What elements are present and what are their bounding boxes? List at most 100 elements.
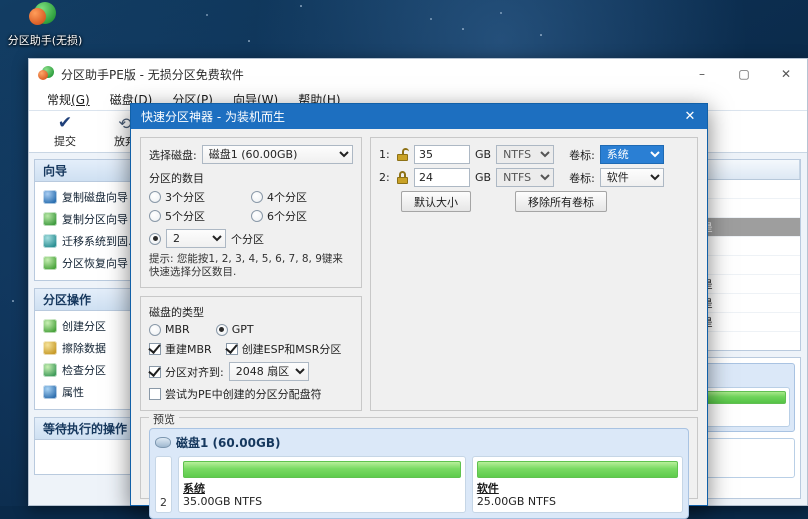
minimize-button[interactable]: – — [681, 59, 723, 89]
disk-select[interactable]: 磁盘1 (60.00GB) — [201, 145, 353, 164]
checkbox-rebuild-mbr[interactable]: 重建MBR — [149, 341, 212, 357]
quick-partition-dialog: 快速分区神器 - 为装机而生 ✕ 选择磁盘: 磁盘1 (60.00GB) 分区的… — [130, 103, 708, 519]
radio-5-partitions-label: 5个分区 — [165, 210, 205, 223]
preview-partition-2[interactable]: 软件 25.00GB NTFS — [471, 456, 683, 513]
checkbox-create-esp-msr-box — [225, 343, 238, 355]
partition-assistant-icon — [28, 2, 62, 32]
radio-6-partitions-dot — [251, 210, 263, 222]
partition-1-index: 1: — [379, 148, 390, 161]
checkbox-partition-align[interactable]: 分区对齐到: — [149, 364, 224, 380]
checkbox-rebuild-mbr-label: 重建MBR — [165, 343, 212, 356]
sidebar-item-copy-partition[interactable]: 复制分区向导 — [37, 208, 133, 230]
checkbox-create-esp-msr[interactable]: 创建ESP和MSR分区 — [225, 341, 342, 357]
dialog-title: 快速分区神器 - 为装机而生 — [141, 110, 285, 124]
checkbox-assign-drive-letters-box — [149, 388, 161, 400]
preview-partition-2-fill — [476, 461, 678, 478]
radio-3-partitions[interactable]: 3个分区 — [149, 189, 251, 205]
copy-partition-icon — [43, 212, 57, 226]
partition-1-unit: GB — [475, 148, 492, 161]
unlock-icon[interactable] — [396, 148, 409, 161]
disk-type-group: 磁盘的类型 MBR GPT 重建MBR 创建ESP和MSR分区 分区对齐到: 2… — [140, 296, 362, 411]
menu-general[interactable]: 常规(G) — [37, 89, 100, 110]
dialog-close-icon[interactable]: ✕ — [673, 104, 707, 129]
radio-4-partitions-label: 4个分区 — [267, 191, 307, 204]
sidebar-item-copy-disk[interactable]: 复制磁盘向导 — [37, 186, 133, 208]
radio-custom-count-dot[interactable] — [149, 232, 161, 245]
preview-disk[interactable]: 磁盘1 (60.00GB) 2 系统 35.00GB NTFS 软件 25.00… — [149, 428, 689, 519]
main-window-titlebar: 分区助手PE版 - 无损分区免费软件 – ▢ ✕ — [29, 59, 807, 89]
sidebar-panel-pending-operations: 等待执行的操作 — [34, 417, 136, 475]
preview-partition-1[interactable]: 系统 35.00GB NTFS — [178, 456, 466, 513]
custom-partition-count-suffix: 个分区 — [231, 232, 264, 246]
disk-select-label: 选择磁盘: — [149, 148, 197, 162]
checkbox-rebuild-mbr-box — [149, 343, 161, 355]
sidebar-item-migrate-os[interactable]: 迁移系统到固... — [37, 230, 133, 252]
sidebar-item-partition-recovery[interactable]: 分区恢复向导 — [37, 252, 133, 274]
maximize-button[interactable]: ▢ — [723, 59, 765, 89]
partition-align-select[interactable]: 2048 扇区 — [228, 362, 309, 381]
sidebar-item-copy-disk-label: 复制磁盘向导 — [62, 191, 128, 204]
default-size-button[interactable]: 默认大小 — [401, 191, 471, 212]
dialog-titlebar: 快速分区神器 - 为装机而生 ✕ — [131, 104, 707, 129]
sidebar-item-properties[interactable]: 属性 — [37, 381, 133, 403]
radio-3-partitions-dot — [149, 191, 161, 203]
disk-type-label: 磁盘的类型 — [149, 306, 204, 319]
radio-4-partitions-dot — [251, 191, 263, 203]
preview-partition-1-size: 35.00GB NTFS — [183, 495, 263, 508]
radio-5-partitions[interactable]: 5个分区 — [149, 208, 251, 224]
checkbox-create-esp-msr-label: 创建ESP和MSR分区 — [241, 343, 342, 356]
radio-mbr-dot — [149, 323, 161, 336]
sidebar-item-check-partition-label: 检查分区 — [62, 364, 106, 377]
partition-count-radios: 3个分区 4个分区 5个分区 6个分区 — [149, 189, 353, 224]
sidebar-item-copy-partition-label: 复制分区向导 — [62, 213, 128, 226]
disk-icon — [155, 437, 171, 448]
partition-2-size-input[interactable] — [414, 168, 470, 187]
preview-partition-1-name: 系统 — [183, 482, 205, 495]
check-partition-icon — [43, 363, 57, 377]
window-controls: – ▢ ✕ — [681, 59, 807, 89]
preview-disk-header: 磁盘1 (60.00GB) — [155, 434, 683, 451]
sidebar-item-properties-label: 属性 — [62, 386, 84, 399]
sidebar: 向导 复制磁盘向导 复制分区向导 迁移系统到固... 分区恢复向导 分区操作 创… — [29, 153, 141, 505]
radio-6-partitions[interactable]: 6个分区 — [251, 208, 353, 224]
preview-partition-bars: 2 系统 35.00GB NTFS 软件 25.00GB NTFS — [155, 456, 683, 513]
sidebar-wizard-header: 向导 — [35, 160, 135, 182]
radio-4-partitions[interactable]: 4个分区 — [251, 189, 353, 205]
partition-count-label: 分区的数目 — [149, 172, 204, 185]
radio-mbr[interactable]: MBR — [149, 323, 190, 336]
dialog-left-column: 选择磁盘: 磁盘1 (60.00GB) 分区的数目 3个分区 4个分区 5个分区… — [140, 137, 362, 411]
partition-2-filesystem-select[interactable]: NTFS — [496, 168, 555, 187]
partition-1-volume-label-select[interactable]: 系统 — [599, 145, 664, 164]
preview-partition-2-name: 软件 — [476, 482, 499, 495]
partition-count-group: 选择磁盘: 磁盘1 (60.00GB) 分区的数目 3个分区 4个分区 5个分区… — [140, 137, 362, 288]
partition-2-index: 2: — [379, 171, 390, 184]
preview-row-number: 2 — [155, 456, 172, 513]
partition-2-vol-caption: 卷标: — [569, 171, 595, 185]
menu-general-label: 常规 — [47, 93, 72, 107]
partition-settings-group: 1: GB NTFS 卷标: 系统 2: GB — [370, 137, 698, 411]
partition-1-vol-caption: 卷标: — [569, 148, 595, 162]
partition-count-tip: 提示: 您能按1, 2, 3, 4, 5, 6, 7, 8, 9键来快速选择分区… — [149, 253, 343, 278]
sidebar-item-create-partition[interactable]: 创建分区 — [37, 315, 133, 337]
checkbox-assign-drive-letters[interactable]: 尝试为PE中创建的分区分配盘符 — [149, 386, 322, 402]
radio-gpt[interactable]: GPT — [215, 323, 254, 336]
partition-2-volume-label-select[interactable]: 软件 — [599, 168, 664, 187]
sidebar-item-wipe-data[interactable]: 擦除数据 — [37, 337, 133, 359]
sidebar-item-partition-recovery-label: 分区恢复向导 — [62, 257, 128, 270]
create-partition-icon — [43, 319, 57, 333]
radio-3-partitions-label: 3个分区 — [165, 191, 205, 204]
desktop-icon-partition-assistant[interactable]: 分区助手(无损) — [2, 2, 88, 47]
sidebar-item-wipe-data-label: 擦除数据 — [62, 342, 106, 355]
lock-icon[interactable] — [396, 171, 409, 184]
custom-partition-count-select[interactable]: 2 — [166, 229, 226, 248]
remove-all-labels-button[interactable]: 移除所有卷标 — [515, 191, 607, 212]
checkbox-partition-align-box — [149, 365, 161, 378]
sidebar-item-check-partition[interactable]: 检查分区 — [37, 359, 133, 381]
partition-2-unit: GB — [475, 171, 492, 184]
toolbar-commit-button[interactable]: ✔ 提交 — [35, 112, 95, 152]
close-button[interactable]: ✕ — [765, 59, 807, 89]
wipe-data-icon — [43, 341, 57, 355]
partition-1-filesystem-select[interactable]: NTFS — [496, 145, 555, 164]
partition-1-size-input[interactable] — [414, 145, 470, 164]
radio-gpt-dot — [215, 323, 228, 336]
